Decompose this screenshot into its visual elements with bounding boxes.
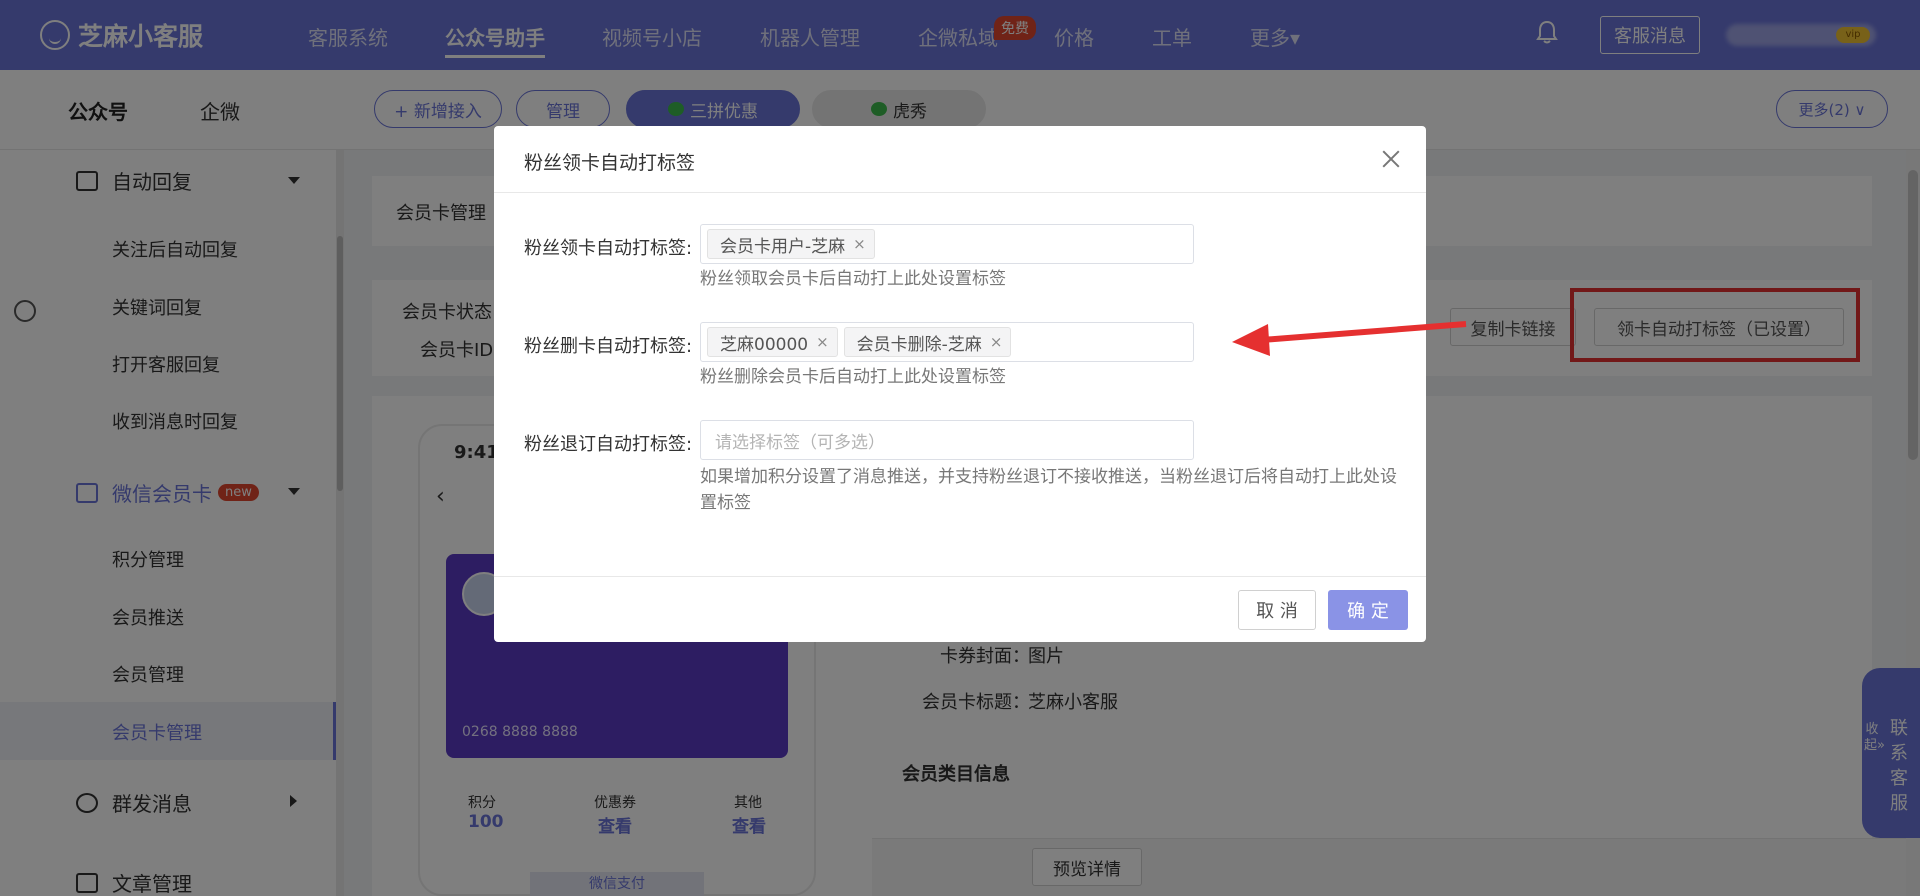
cancel-button[interactable]: 取 消 (1238, 590, 1316, 630)
modal-title: 粉丝领卡自动打标签 (524, 152, 696, 174)
row-claim-label: 粉丝领卡自动打标签: (524, 238, 693, 259)
tag-remove-icon[interactable]: × (990, 333, 1003, 351)
tag-chip-label: 会员卡删除-芝麻 (856, 334, 982, 355)
tag-chip: 芝麻00000 × (707, 327, 838, 357)
row-unsubscribe-hint: 如果增加积分设置了消息推送，并支持粉丝退订不接收推送，当粉丝退订后将自动打上此处… (700, 467, 1397, 513)
tag-chip: 会员卡用户-芝麻 × (707, 229, 875, 259)
unsubscribe-tag-select[interactable]: 请选择标签（可多选） (700, 420, 1194, 460)
select-placeholder: 请选择标签（可多选） (715, 432, 885, 453)
row-unsubscribe-label: 粉丝退订自动打标签: (524, 434, 693, 455)
tag-remove-icon[interactable]: × (816, 333, 829, 351)
modal-divider (494, 192, 1426, 193)
delete-tag-select[interactable]: 芝麻00000 × 会员卡删除-芝麻 × (700, 322, 1194, 362)
auto-tag-modal: 粉丝领卡自动打标签 粉丝领卡自动打标签: 会员卡用户-芝麻 × 粉丝领取会员卡后… (494, 126, 1426, 642)
modal-footer-divider (494, 576, 1426, 577)
close-icon[interactable] (1380, 148, 1402, 170)
claim-tag-select[interactable]: 会员卡用户-芝麻 × (700, 224, 1194, 264)
row-delete-hint: 粉丝删除会员卡后自动打上此处设置标签 (700, 367, 1006, 387)
row-claim-hint: 粉丝领取会员卡后自动打上此处设置标签 (700, 269, 1006, 289)
tag-chip-label: 会员卡用户-芝麻 (720, 236, 846, 257)
tag-chip-label: 芝麻00000 (720, 334, 809, 355)
tag-chip: 会员卡删除-芝麻 × (843, 327, 1012, 357)
tag-remove-icon[interactable]: × (853, 235, 866, 253)
confirm-button[interactable]: 确 定 (1328, 590, 1408, 630)
row-delete-label: 粉丝删卡自动打标签: (524, 336, 693, 357)
